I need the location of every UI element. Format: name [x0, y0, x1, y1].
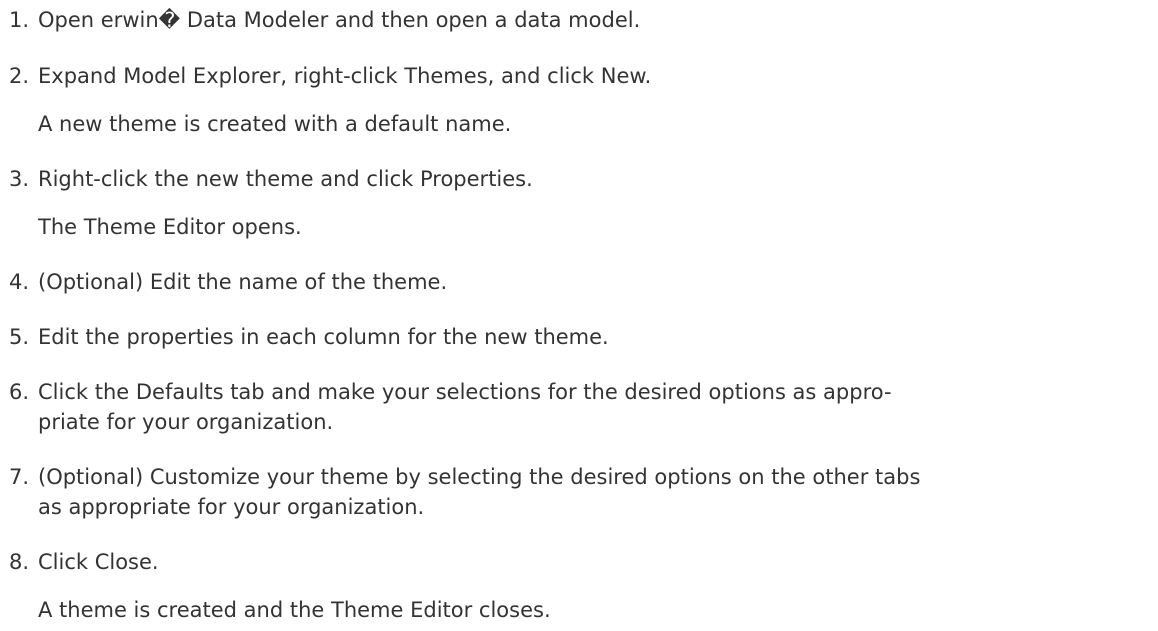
step-number: 6. [9, 380, 30, 404]
step-number: 3. [9, 167, 30, 191]
step-text: Expand Model Explorer, right-click Theme… [38, 64, 652, 88]
step-note: A theme is created and the Theme Editor … [38, 598, 551, 622]
step-number: 2. [9, 64, 30, 88]
step-text: Edit the properties in each column for t… [38, 325, 609, 349]
step-text: (Optional) Edit the name of the theme. [38, 270, 448, 294]
step-number: 8. [9, 550, 30, 574]
step-note: A new theme is created with a default na… [38, 112, 512, 136]
step-text: priate for your organization. [38, 410, 334, 434]
step-text: Open erwin� Data Modeler and then open a… [38, 8, 641, 32]
step-text: (Optional) Customize your theme by selec… [38, 465, 921, 489]
step-number: 1. [9, 8, 30, 32]
step-text: as appropriate for your organization. [38, 495, 425, 519]
step-text: Click the Defaults tab and make your sel… [38, 380, 892, 404]
step-text: Click Close. [38, 550, 159, 574]
step-number: 4. [9, 270, 30, 294]
step-note: The Theme Editor opens. [38, 215, 302, 239]
step-number: 7. [9, 465, 30, 489]
step-text: Right-click the new theme and click Prop… [38, 167, 533, 191]
step-number: 5. [9, 325, 30, 349]
